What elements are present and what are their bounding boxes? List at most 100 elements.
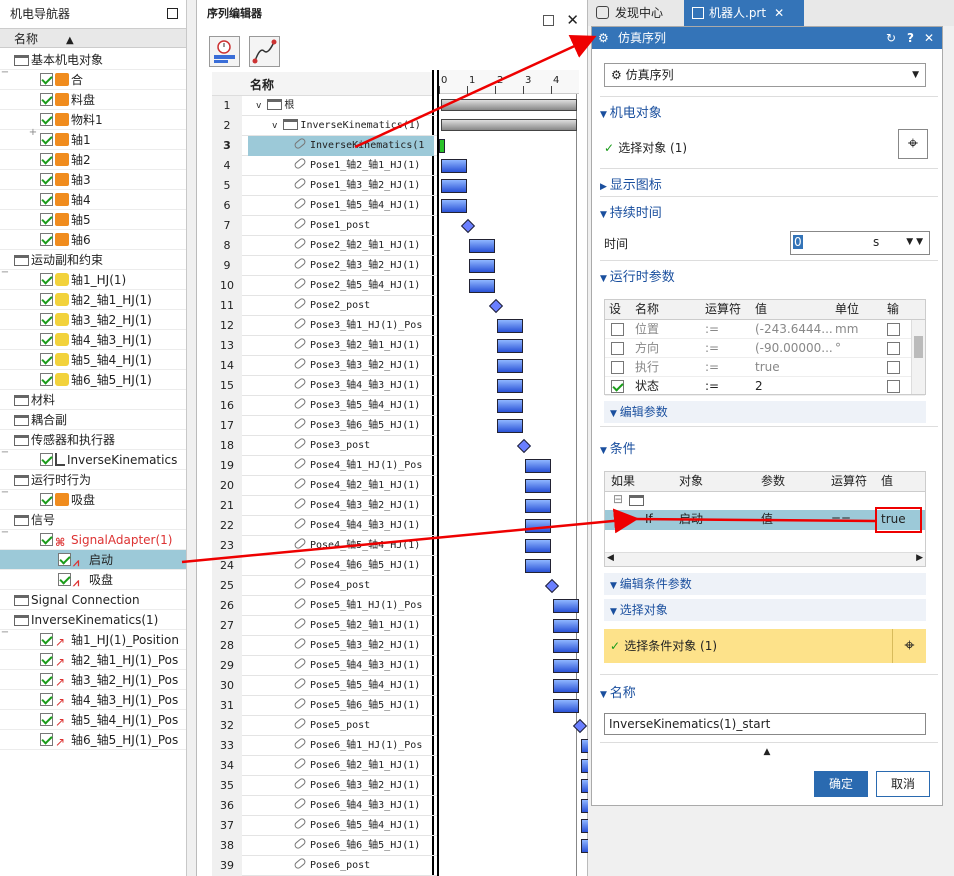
tab-close-icon[interactable]: ✕ bbox=[774, 6, 784, 20]
checkbox[interactable] bbox=[40, 213, 53, 226]
select-cond-object[interactable]: ✓ 选择条件对象 (1) ⌖ bbox=[604, 629, 926, 663]
mech-section-header[interactable]: ▼ 机电对象 bbox=[600, 103, 938, 126]
nav-item[interactable]: 轴4 bbox=[0, 190, 186, 210]
name-input[interactable]: InverseKinematics(1)_start bbox=[604, 713, 926, 735]
action-bar[interactable] bbox=[441, 179, 467, 193]
crosshair-icon[interactable]: ⌖ bbox=[892, 629, 926, 663]
collapse-more-icon[interactable]: ▲ bbox=[592, 747, 942, 757]
navigator-column-header[interactable]: 名称 ▲ bbox=[0, 28, 186, 48]
output-checkbox[interactable] bbox=[887, 323, 900, 336]
checkbox[interactable] bbox=[40, 673, 53, 686]
action-bar[interactable] bbox=[469, 259, 495, 273]
sort-arrow-icon[interactable]: ▲ bbox=[66, 31, 74, 51]
link-view-button[interactable] bbox=[249, 36, 280, 67]
icon-section[interactable]: ▶ 显示图标 bbox=[600, 175, 938, 197]
action-bar[interactable] bbox=[525, 459, 551, 473]
nav-item[interactable]: ⩘ 吸盘 bbox=[0, 570, 186, 590]
checkbox[interactable] bbox=[40, 233, 53, 246]
rt-row[interactable]: 方向:= (-90.00000... ° bbox=[605, 339, 925, 358]
checkbox[interactable] bbox=[40, 193, 53, 206]
action-bar[interactable] bbox=[525, 479, 551, 493]
scrollbar[interactable] bbox=[911, 320, 925, 394]
nav-item[interactable]: 合 bbox=[0, 70, 186, 90]
runtime-header[interactable]: ▼ 运行时参数 bbox=[600, 267, 938, 290]
duration-header[interactable]: ▼ 持续时间 bbox=[600, 203, 938, 226]
edit-cond-params-row[interactable]: ▼ 编辑条件参数 bbox=[604, 573, 926, 595]
checkbox[interactable] bbox=[40, 153, 53, 166]
nav-item[interactable]: 轴5_轴4_HJ(1) bbox=[0, 350, 186, 370]
checkbox[interactable] bbox=[40, 113, 53, 126]
close-icon[interactable]: ✕ bbox=[566, 11, 579, 29]
type-dropdown[interactable]: ⚙ 仿真序列 ▼ bbox=[604, 63, 926, 87]
nav-item[interactable]: 轴3_轴2_HJ(1) bbox=[0, 310, 186, 330]
checkbox[interactable] bbox=[40, 733, 53, 746]
action-bar[interactable] bbox=[553, 679, 579, 693]
help-icon[interactable]: ? bbox=[907, 27, 914, 49]
reset-icon[interactable]: ↻ bbox=[886, 27, 896, 49]
nav-item[interactable]: 耦合副 bbox=[0, 410, 186, 430]
nav-item[interactable]: + 物料1 bbox=[0, 110, 186, 138]
post-diamond[interactable] bbox=[516, 438, 532, 454]
nav-item[interactable]: 轴2 bbox=[0, 150, 186, 170]
checkbox[interactable] bbox=[40, 633, 53, 646]
rt-row[interactable]: 位置:= (-243.6444... mm bbox=[605, 320, 925, 339]
nav-item[interactable]: ↗ 轴6_轴5_HJ(1)_Pos bbox=[0, 730, 186, 750]
time-input[interactable]: 0 s ▼ ▼ bbox=[790, 231, 930, 255]
maximize-icon[interactable] bbox=[167, 8, 178, 19]
nav-item[interactable]: 轴5 bbox=[0, 210, 186, 230]
rt-row[interactable]: 执行:= true bbox=[605, 358, 925, 377]
action-bar[interactable] bbox=[497, 379, 523, 393]
nav-item[interactable]: −⌘SignalAdapter(1) bbox=[0, 530, 186, 558]
ok-button[interactable]: 确定 bbox=[814, 771, 868, 797]
action-bar[interactable] bbox=[553, 659, 579, 673]
timeline-view-button[interactable] bbox=[209, 36, 240, 67]
nav-item[interactable]: Signal Connection bbox=[0, 590, 186, 610]
summary-bar[interactable] bbox=[441, 99, 577, 111]
checkbox[interactable] bbox=[40, 313, 53, 326]
nav-item[interactable]: ↗ 轴5_轴4_HJ(1)_Pos bbox=[0, 710, 186, 730]
h-scrollbar[interactable]: ◀ ▶ bbox=[605, 552, 925, 566]
action-bar[interactable] bbox=[497, 319, 523, 333]
post-diamond[interactable] bbox=[488, 298, 504, 314]
nav-item[interactable]: 轴1 bbox=[0, 130, 186, 150]
checkbox[interactable] bbox=[58, 553, 71, 566]
post-diamond[interactable] bbox=[460, 218, 476, 234]
crosshair-button[interactable]: ⌖ bbox=[898, 129, 928, 159]
nav-item[interactable]: 轴6_轴5_HJ(1) bbox=[0, 370, 186, 390]
checkbox[interactable] bbox=[40, 93, 53, 106]
nav-item[interactable]: ↗ 轴4_轴3_HJ(1)_Pos bbox=[0, 690, 186, 710]
checkbox[interactable] bbox=[40, 453, 53, 466]
dialog-close-icon[interactable]: ✕ bbox=[924, 27, 934, 49]
checkbox[interactable] bbox=[40, 693, 53, 706]
action-bar[interactable] bbox=[553, 599, 579, 613]
action-bar[interactable] bbox=[553, 619, 579, 633]
param-checkbox[interactable] bbox=[611, 342, 624, 355]
nav-item[interactable]: − 传感器和执行器 bbox=[0, 430, 186, 458]
name-header[interactable]: ▼ 名称 bbox=[600, 683, 938, 706]
action-bar[interactable] bbox=[525, 519, 551, 533]
checkbox[interactable] bbox=[58, 573, 71, 586]
nav-item[interactable]: − InverseKinematics(1) bbox=[0, 610, 186, 638]
action-bar[interactable] bbox=[525, 499, 551, 513]
checkbox[interactable] bbox=[40, 133, 53, 146]
checkbox[interactable] bbox=[40, 333, 53, 346]
checkbox[interactable] bbox=[40, 73, 53, 86]
checkbox[interactable] bbox=[40, 173, 53, 186]
nav-item[interactable]: 轴3 bbox=[0, 170, 186, 190]
nav-item[interactable]: 材料 bbox=[0, 390, 186, 410]
nav-item[interactable]: ⩘ 启动 bbox=[0, 550, 186, 570]
output-checkbox[interactable] bbox=[887, 342, 900, 355]
nav-item[interactable]: − 基本机电对象 bbox=[0, 50, 186, 78]
action-bar[interactable] bbox=[441, 199, 467, 213]
nav-item[interactable]: ↗ 轴2_轴1_HJ(1)_Pos bbox=[0, 650, 186, 670]
restore-icon[interactable] bbox=[543, 15, 555, 26]
sel-obj-section-row[interactable]: ▼ 选择对象 bbox=[604, 599, 926, 621]
summary-bar[interactable] bbox=[441, 119, 577, 131]
post-diamond[interactable] bbox=[544, 578, 560, 594]
nav-item[interactable]: 吸盘 bbox=[0, 490, 186, 510]
checkbox[interactable] bbox=[40, 533, 53, 546]
action-bar[interactable] bbox=[525, 559, 551, 573]
action-bar[interactable] bbox=[469, 279, 495, 293]
param-checkbox[interactable] bbox=[611, 361, 624, 374]
nav-item[interactable]: InverseKinematics bbox=[0, 450, 186, 470]
